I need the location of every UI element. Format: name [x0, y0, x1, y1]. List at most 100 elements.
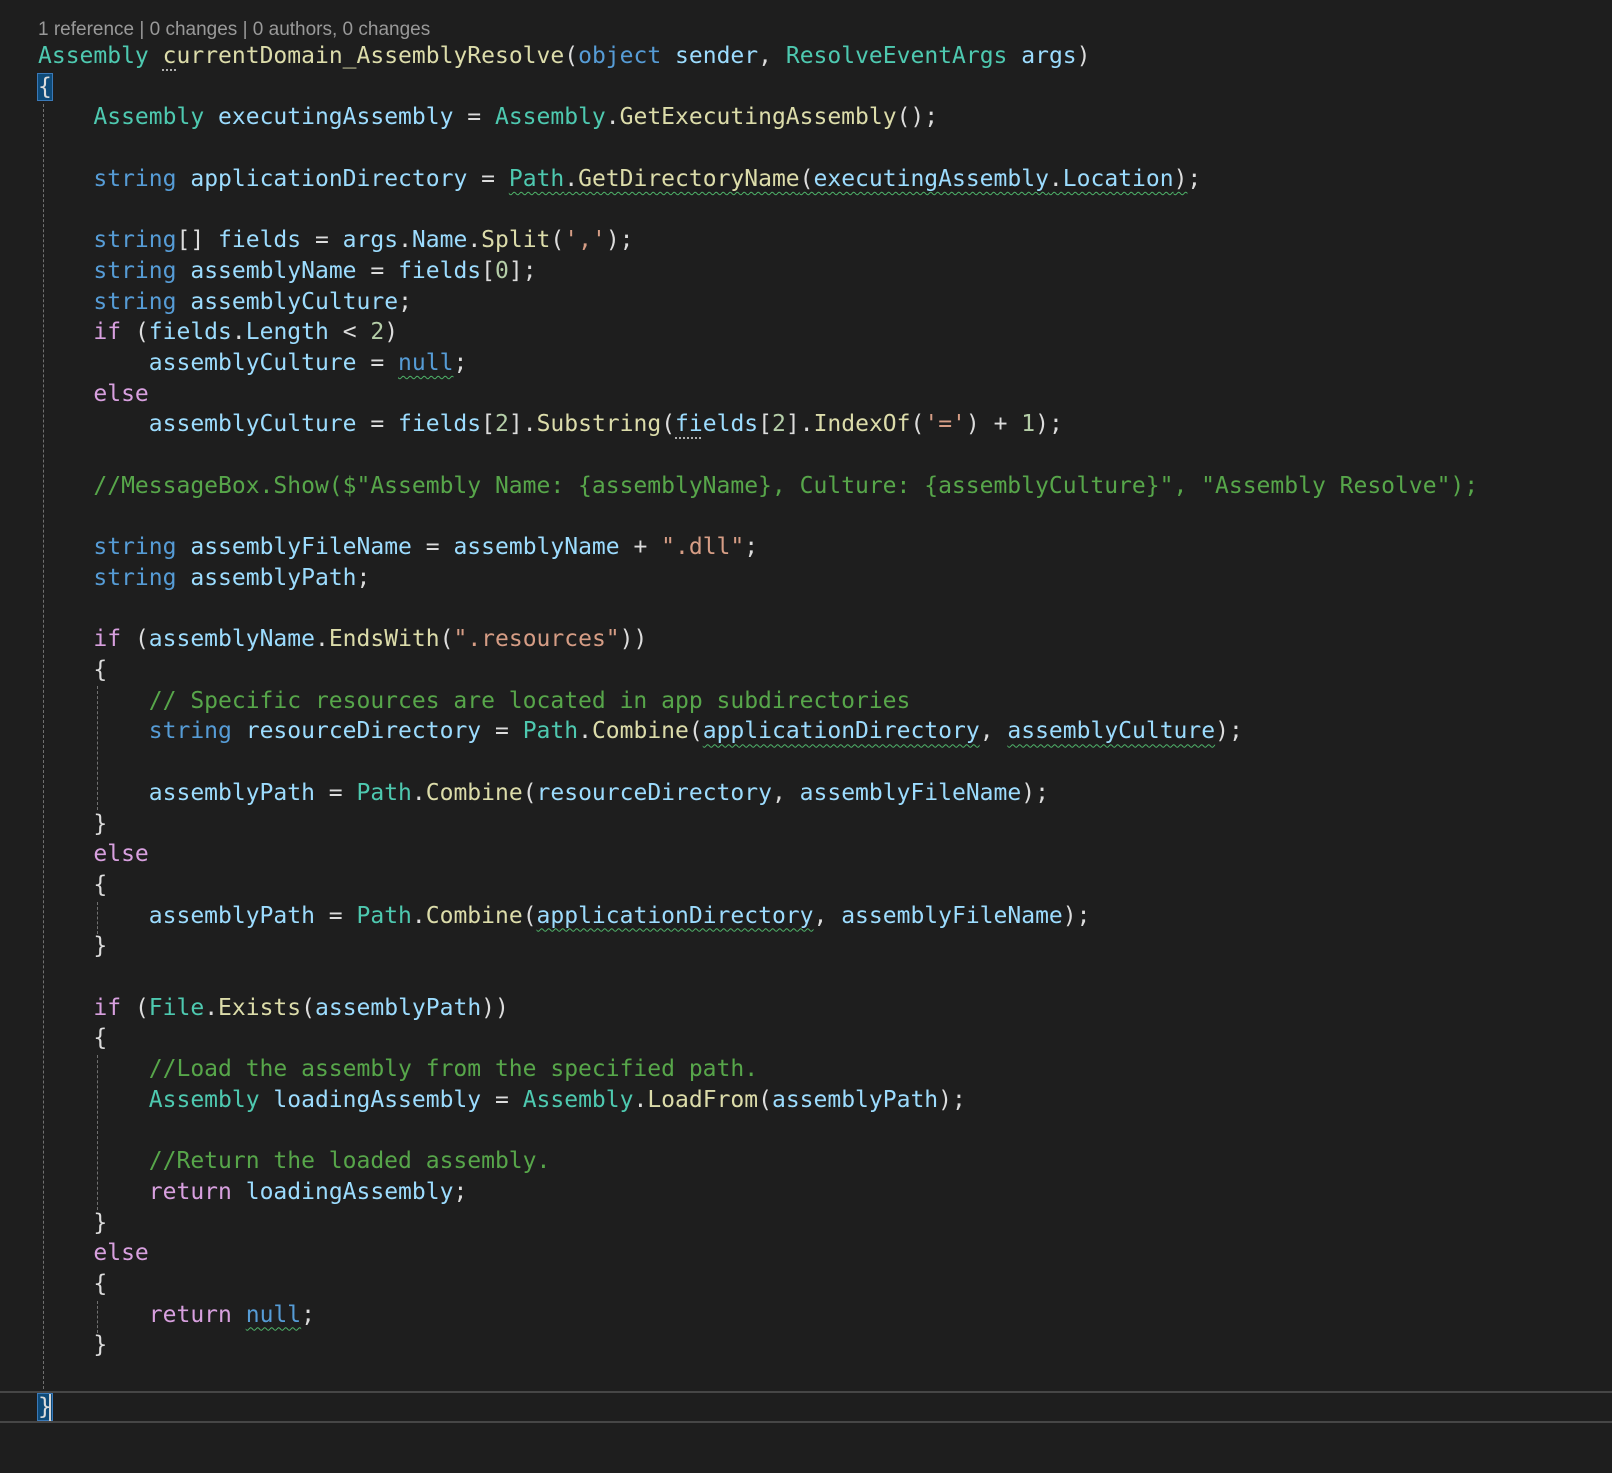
code-line[interactable]: {	[38, 655, 107, 687]
punctuation-token: .	[231, 319, 246, 346]
code-line[interactable]: assemblyPath = Path.Combine(applicationD…	[38, 901, 1091, 933]
code-line[interactable]: assemblyPath = Path.Combine(resourceDire…	[38, 778, 1049, 810]
keyword-token: string	[148, 718, 232, 745]
punctuation-token: ,	[813, 902, 842, 929]
keyword-token: null	[398, 350, 454, 376]
code-line[interactable]: //Return the loaded assembly.	[38, 1146, 551, 1178]
punctuation-token: );	[1035, 411, 1063, 438]
code-line[interactable]: else	[38, 839, 148, 871]
code-line[interactable]: Assembly executingAssembly = Assembly.Ge…	[38, 102, 938, 134]
number-literal-token: 2	[370, 319, 385, 346]
code-line[interactable]: }	[38, 1330, 107, 1362]
identifier-token: executingAssembly	[218, 104, 454, 131]
code-line[interactable]: {	[37, 72, 53, 104]
code-line[interactable]: Assembly currentDomain_AssemblyResolve(o…	[38, 41, 1091, 73]
punctuation-token: )	[384, 319, 399, 346]
code-line[interactable]: if (assemblyName.EndsWith(".resources"))	[38, 624, 647, 656]
identifier-token: fields	[148, 319, 232, 346]
keyword-token: string	[93, 564, 177, 591]
punctuation-token	[38, 1148, 149, 1174]
identifier-token: loadingAssembly	[273, 1086, 482, 1113]
method-name-token: Split	[481, 227, 551, 254]
punctuation-token: (	[758, 1086, 772, 1113]
method-name-token: GetExecutingAssembly	[619, 104, 897, 131]
punctuation-token: );	[1021, 779, 1049, 806]
punctuation-token: ;	[398, 288, 412, 315]
identifier-token: assemblyFileName	[190, 534, 412, 561]
code-line[interactable]: return loadingAssembly;	[38, 1177, 468, 1209]
punctuation-token: .	[633, 1086, 648, 1113]
identifier-token: applicationDirectory	[190, 165, 468, 192]
punctuation-token	[38, 718, 149, 744]
code-line[interactable]: assemblyCulture = fields[2].Substring(fi…	[38, 409, 1063, 441]
code-line[interactable]: }	[38, 1208, 107, 1240]
punctuation-token	[38, 104, 93, 130]
punctuation-token	[176, 534, 190, 560]
code-line[interactable]: string assemblyCulture;	[38, 287, 412, 319]
code-line[interactable]: string assemblyFileName = assemblyName +…	[38, 532, 758, 564]
punctuation-token: ))	[481, 994, 509, 1021]
punctuation-token	[38, 289, 93, 315]
control-keyword-token: else	[93, 380, 149, 407]
type-name-token: File	[148, 994, 205, 1021]
punctuation-token: =	[356, 411, 399, 438]
punctuation-token: ,	[979, 718, 1008, 745]
punctuation-token	[38, 903, 149, 929]
punctuation-token: ,	[758, 43, 786, 69]
punctuation-token: =	[453, 104, 495, 131]
identifier-token: resourceDirectory	[536, 779, 772, 806]
code-line[interactable]: string applicationDirectory = Path.GetDi…	[38, 164, 1201, 196]
identifier-token: assemblyCulture	[190, 288, 399, 315]
punctuation-token: (	[522, 902, 537, 929]
punctuation-token: ;	[744, 534, 759, 561]
method-name-token: GetDirectoryName	[578, 165, 800, 192]
code-line[interactable]: string assemblyPath;	[38, 563, 370, 595]
method-name-token: Combine	[425, 779, 523, 806]
punctuation-token: );	[1215, 718, 1243, 745]
punctuation-token	[260, 1087, 274, 1113]
punctuation-token	[38, 841, 93, 867]
code-line[interactable]: // Specific resources are located in app…	[38, 686, 911, 718]
punctuation-token: .	[578, 718, 592, 745]
code-line[interactable]: {	[38, 1269, 107, 1301]
punctuation-token: [	[758, 411, 772, 438]
punctuation-token: .	[605, 104, 620, 131]
punctuation-token: <	[328, 319, 371, 346]
number-literal-token: 2	[495, 411, 509, 438]
code-line[interactable]: //Load the assembly from the specified p…	[38, 1054, 758, 1086]
code-line[interactable]: string assemblyName = fields[0];	[38, 256, 537, 288]
code-editor[interactable]: 1 reference | 0 changes | 0 authors, 0 c…	[0, 0, 1612, 1473]
punctuation-token	[38, 995, 93, 1021]
method-name-token: IndexOf	[813, 411, 911, 438]
punctuation-token: (	[121, 626, 149, 653]
code-line[interactable]: string resourceDirectory = Path.Combine(…	[38, 716, 1243, 748]
code-line[interactable]: Assembly loadingAssembly = Assembly.Load…	[38, 1085, 966, 1117]
keyword-token: string	[93, 288, 177, 315]
codelens-info[interactable]: 1 reference | 0 changes | 0 authors, 0 c…	[38, 18, 430, 42]
code-line[interactable]: }	[38, 931, 107, 963]
punctuation-token: .	[467, 227, 482, 254]
code-line[interactable]: if (File.Exists(assemblyPath))	[38, 993, 509, 1025]
punctuation-token	[38, 381, 93, 407]
code-line[interactable]: if (fields.Length < 2)	[38, 317, 398, 349]
punctuation-token: =	[411, 534, 454, 561]
punctuation-token	[232, 718, 246, 744]
code-line[interactable]: }	[38, 809, 107, 841]
code-line[interactable]: return null;	[38, 1300, 315, 1332]
keyword-token: string	[93, 165, 177, 192]
control-keyword-token: if	[93, 626, 122, 653]
method-name-token: urrentDomain_AssemblyResolve	[176, 43, 565, 69]
punctuation-token	[176, 289, 190, 315]
code-line[interactable]: else	[38, 1238, 148, 1270]
code-line[interactable]: assemblyCulture = null;	[38, 348, 468, 380]
code-line[interactable]: string[] fields = args.Name.Split(',');	[38, 225, 633, 257]
punctuation-token: (	[661, 411, 676, 438]
code-line[interactable]: else	[38, 379, 149, 411]
identifier-token: assemblyName	[453, 534, 620, 561]
code-line[interactable]: //MessageBox.Show($"Assembly Name: {asse…	[38, 471, 1478, 503]
punctuation-token: ];	[508, 257, 537, 284]
code-line[interactable]: {	[38, 870, 107, 902]
punctuation-token: {	[38, 657, 108, 683]
code-line[interactable]: {	[38, 1023, 107, 1055]
punctuation-token	[38, 1056, 149, 1082]
